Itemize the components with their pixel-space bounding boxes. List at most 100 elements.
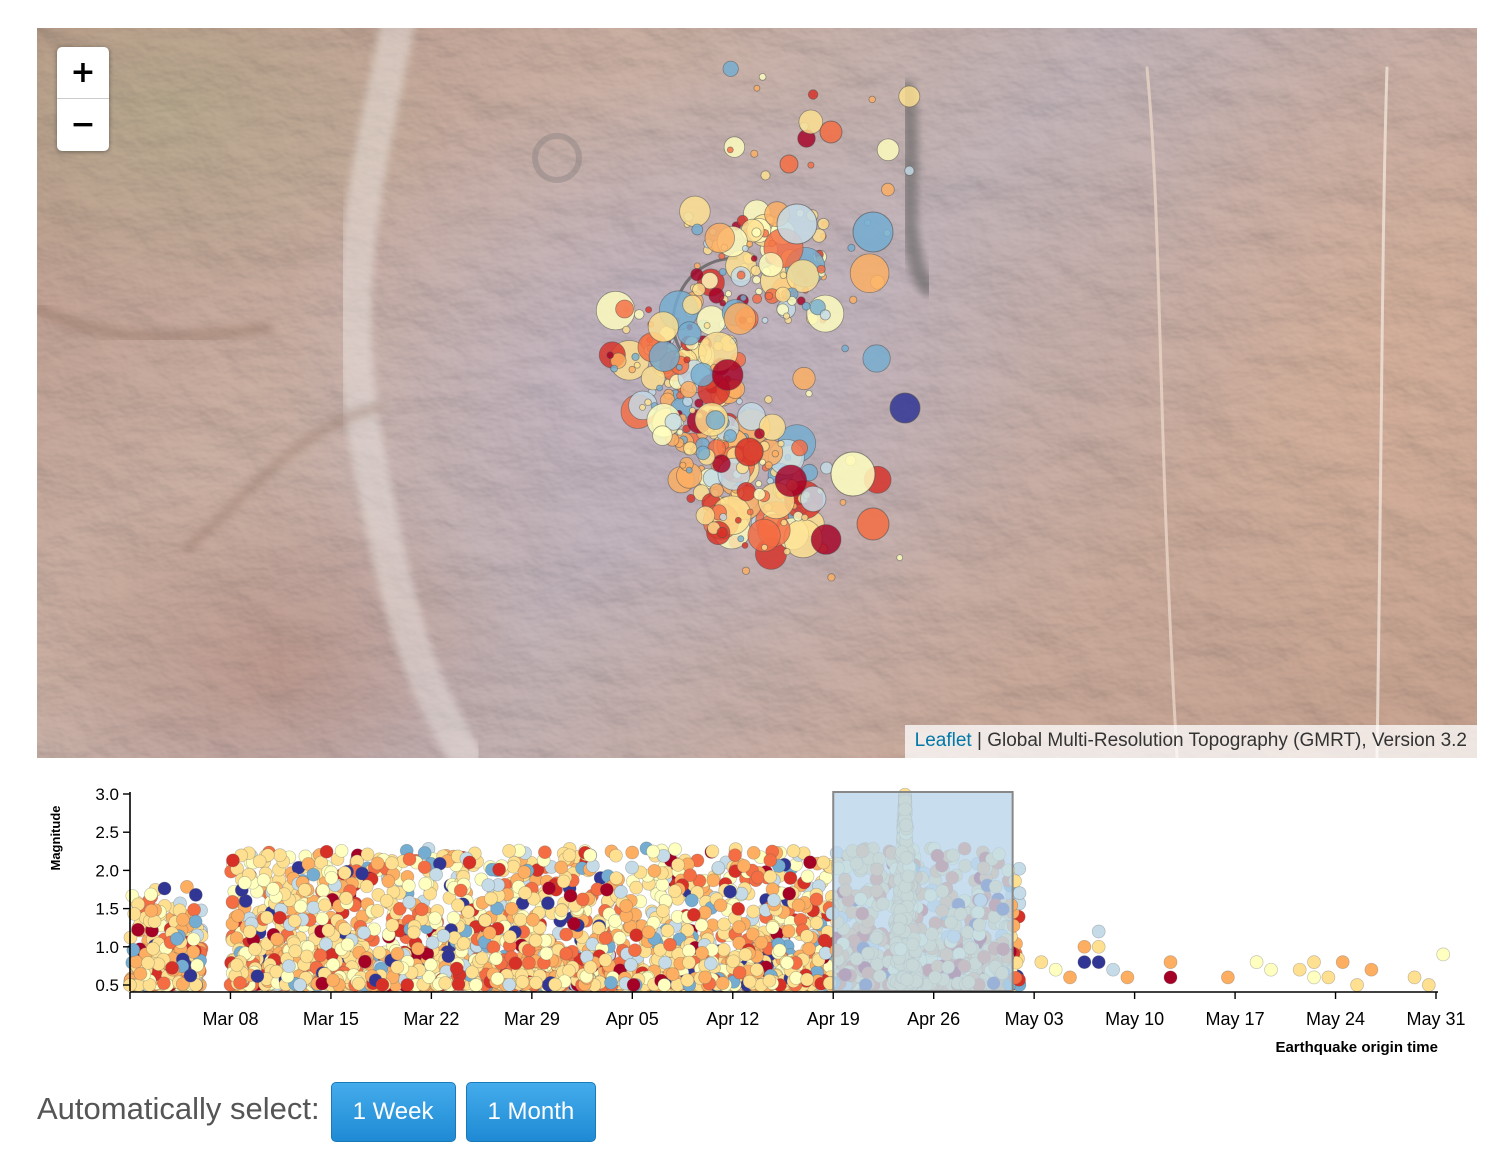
quake-point bbox=[556, 874, 571, 889]
x-axis-label: Earthquake origin time bbox=[1275, 1039, 1438, 1056]
quake-point bbox=[515, 975, 530, 989]
quake-point bbox=[401, 878, 416, 893]
quake-point bbox=[655, 877, 670, 892]
x-tick-label: Apr 12 bbox=[706, 1009, 759, 1029]
zoom-in-button[interactable]: + bbox=[57, 47, 109, 98]
brush-selection[interactable] bbox=[832, 791, 1014, 992]
quake-marker bbox=[737, 535, 745, 543]
x-tick-label: Apr 26 bbox=[907, 1009, 960, 1029]
quake-marker bbox=[856, 507, 890, 541]
quake-marker bbox=[827, 573, 836, 582]
quake-point bbox=[337, 865, 352, 880]
quake-point bbox=[1034, 955, 1049, 969]
quake-marker bbox=[718, 268, 727, 276]
quake-point bbox=[157, 976, 171, 991]
quake-marker bbox=[705, 410, 726, 430]
quake-point bbox=[233, 975, 247, 990]
quake-point bbox=[508, 956, 523, 971]
quake-point bbox=[481, 878, 496, 892]
quake-point bbox=[1364, 962, 1379, 977]
quake-point bbox=[668, 884, 682, 899]
quake-point bbox=[750, 870, 765, 885]
quake-marker bbox=[755, 480, 763, 488]
quake-point bbox=[411, 941, 425, 956]
quake-point bbox=[449, 961, 464, 976]
quake-point bbox=[390, 960, 405, 975]
quake-point bbox=[306, 867, 321, 882]
quake-point bbox=[490, 971, 505, 986]
quake-point bbox=[1307, 955, 1321, 969]
quake-point bbox=[736, 859, 751, 873]
quake-point bbox=[502, 844, 516, 858]
y-tick-label: 2.0 bbox=[95, 861, 119, 880]
leaflet-link[interactable]: Leaflet bbox=[915, 730, 972, 751]
quake-point bbox=[288, 944, 303, 958]
quake-point bbox=[486, 940, 501, 955]
quake-point bbox=[1350, 978, 1364, 992]
quake-point bbox=[541, 896, 555, 910]
quake-marker bbox=[862, 344, 891, 373]
zoom-out-button[interactable]: − bbox=[57, 98, 109, 150]
one-month-button[interactable]: 1 Month bbox=[465, 1082, 597, 1142]
quake-point bbox=[451, 898, 465, 913]
quake-point bbox=[402, 895, 417, 909]
quake-point bbox=[686, 907, 701, 922]
quake-point bbox=[187, 902, 201, 917]
quake-marker bbox=[810, 524, 842, 555]
map-view[interactable]: + − Leaflet | Global Multi-Resolution To… bbox=[37, 28, 1477, 758]
quake-point bbox=[698, 905, 712, 920]
quake-point bbox=[1012, 886, 1027, 900]
quake-point bbox=[453, 883, 468, 898]
quake-point bbox=[542, 881, 556, 896]
quake-marker bbox=[816, 264, 826, 274]
quake-point bbox=[619, 899, 634, 913]
quake-point bbox=[157, 881, 172, 896]
quake-marker bbox=[709, 483, 724, 498]
quake-point bbox=[517, 865, 532, 879]
quake-point bbox=[451, 977, 466, 992]
magnitude-time-chart[interactable]: 0.5 1.0 1.5 2.0 2.5 3.0 Mar 08 Mar 15 Mar 22 Mar … bbox=[0, 770, 1510, 1070]
quake-marker bbox=[800, 485, 827, 512]
attribution-separator: | bbox=[971, 730, 988, 751]
quake-point bbox=[231, 908, 245, 923]
quake-point bbox=[522, 956, 536, 970]
quake-marker bbox=[736, 482, 757, 502]
quake-point bbox=[562, 848, 577, 863]
quake-point bbox=[375, 977, 390, 992]
x-tick-label: May 17 bbox=[1206, 1009, 1265, 1029]
one-week-button[interactable]: 1 Week bbox=[330, 1082, 456, 1142]
quake-point bbox=[359, 879, 374, 894]
quake-marker bbox=[716, 526, 728, 539]
quake-marker bbox=[849, 253, 890, 294]
quake-marker bbox=[758, 73, 767, 81]
quake-marker bbox=[889, 392, 921, 424]
quake-point bbox=[1292, 962, 1307, 977]
quake-point bbox=[660, 923, 675, 938]
quake-point bbox=[502, 977, 517, 992]
quake-point bbox=[668, 842, 682, 857]
quake-marker bbox=[801, 513, 809, 522]
quake-point bbox=[1091, 924, 1106, 939]
quake-marker bbox=[622, 325, 631, 334]
quake-point bbox=[326, 973, 340, 988]
quake-point bbox=[438, 976, 453, 990]
quake-point bbox=[141, 956, 155, 970]
quake-point bbox=[183, 968, 198, 983]
quake-marker bbox=[780, 518, 788, 527]
quake-marker bbox=[741, 245, 749, 252]
quake-point bbox=[539, 946, 554, 961]
quake-marker bbox=[758, 252, 784, 278]
auto-select-controls: Automatically select: 1 Week 1 Month bbox=[37, 1082, 606, 1142]
quake-point bbox=[1321, 970, 1336, 985]
quake-point bbox=[474, 951, 489, 966]
quake-point bbox=[462, 855, 477, 870]
quake-point bbox=[800, 929, 814, 943]
quake-point bbox=[816, 855, 831, 870]
quake-point bbox=[390, 946, 405, 961]
quake-marker bbox=[750, 149, 759, 158]
quake-point bbox=[732, 920, 746, 934]
quake-point bbox=[809, 916, 824, 930]
quake-point bbox=[273, 848, 287, 862]
quake-point bbox=[355, 866, 369, 881]
quake-point bbox=[817, 933, 832, 948]
